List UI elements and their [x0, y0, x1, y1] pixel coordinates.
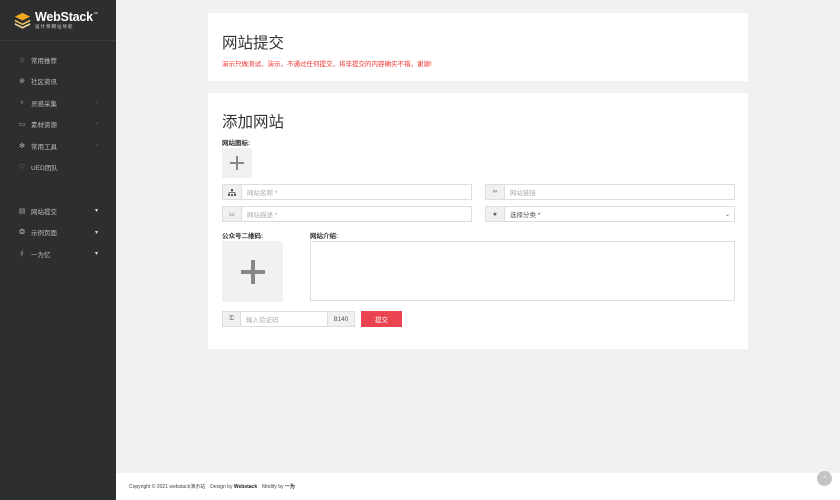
link-icon: ∞: [486, 185, 505, 199]
sidebar-item-label: 灵感采集: [31, 100, 57, 108]
submit-button[interactable]: 提交: [361, 311, 402, 327]
back-to-top-button[interactable]: ⌃: [817, 471, 832, 486]
sidebar-item-label: UED团队: [31, 165, 58, 173]
plus-icon: [230, 156, 244, 170]
qr-upload[interactable]: [222, 241, 283, 302]
logo-title: WebStackcc: [35, 10, 98, 24]
sidebar-item-submit[interactable]: ▤ 网站提交 ▾: [0, 200, 116, 222]
site-desc-input[interactable]: 网站描述 *: [242, 207, 471, 221]
sidebar-item-yiwei[interactable]: ﾁ 一为忆 ▾: [0, 243, 116, 265]
submit-form-card: 添加网站 网站图标: 网站名称 * ∞ 网站链接 ▭ 网站描述 * ★ 选择分类…: [208, 93, 748, 349]
folder-icon: ▭: [18, 121, 26, 129]
site-link-group: ∞ 网站链接: [485, 184, 735, 200]
copyright-text: Copyright © 2021 webstack演示站: [129, 484, 206, 490]
footer: Copyright © 2021 webstack演示站 Design by W…: [116, 473, 840, 500]
design-by-link[interactable]: Webstack: [234, 484, 257, 490]
sitemap-icon: [223, 185, 242, 199]
sidebar-item-label: 社区资讯: [31, 79, 57, 87]
header-card: 网站提交 演示只做测试、演示，不通过任何提交，将非提交的内容确实不错，谢谢!: [208, 13, 748, 81]
sidebar-item-label: 常用工具: [31, 143, 57, 151]
sidebar-divider: [0, 40, 116, 41]
nav-menu: ☆ 常用推荐 ⊕ 社区资讯 ♁ 灵感采集 › ▭ 素材资源 › ✻ 常用工具 ›…: [0, 49, 116, 265]
logo-subtitle: 设计师网址导航: [35, 23, 74, 29]
sidebar-item-community[interactable]: ⊕ 社区资讯: [0, 71, 116, 93]
chevron-right-icon: ›: [96, 142, 98, 149]
bulb-icon: ♁: [19, 99, 25, 107]
star-icon: ★: [486, 207, 505, 221]
user-icon: ﾁ: [20, 250, 24, 258]
plus-icon: [240, 259, 265, 284]
design-by-text: Design by: [210, 483, 233, 490]
category-select-value: 选择分类 *: [510, 212, 541, 219]
heart-icon: ♡: [18, 164, 26, 172]
sidebar: WebStackcc 设计师网址导航 ☆ 常用推荐 ⊕ 社区资讯 ♁ 灵感采集 …: [0, 0, 116, 500]
sidebar-item-label: 示例页面: [31, 230, 57, 238]
sidebar-item-ued[interactable]: ♡ UED团队: [0, 157, 116, 179]
sidebar-item-label: 一为忆: [31, 251, 51, 259]
caret-down-icon: ▾: [94, 251, 98, 258]
page-title: 网站提交: [222, 35, 285, 52]
icon-label: 网站图标:: [222, 140, 251, 147]
sidebar-item-recommend[interactable]: ☆ 常用推荐: [0, 49, 116, 71]
caret-down-icon: ▾: [94, 229, 98, 236]
globe-icon: ⊕: [19, 78, 25, 86]
key-icon: ⚿: [223, 312, 241, 326]
sidebar-item-examples[interactable]: ❂ 示例页面 ▾: [0, 222, 116, 244]
caret-down-icon: ▾: [94, 208, 98, 215]
chevron-right-icon: ›: [96, 121, 98, 128]
form-title: 添加网站: [222, 114, 285, 131]
gear-icon: ✻: [19, 142, 25, 150]
sidebar-item-label: 常用推荐: [31, 57, 57, 65]
chevron-up-icon: ⌃: [821, 475, 828, 483]
category-group: ★ 选择分类 * ⌄: [485, 206, 735, 222]
sidebar-item-label: 网站提交: [31, 208, 57, 216]
site-intro-textarea[interactable]: [310, 241, 735, 301]
sidebar-item-inspiration[interactable]: ♁ 灵感采集 ›: [0, 92, 116, 114]
sidebar-item-tools[interactable]: ✻ 常用工具 ›: [0, 135, 116, 157]
star-icon: ☆: [18, 56, 26, 64]
grid-icon: ▤: [18, 207, 26, 215]
logo-stack-icon: [14, 12, 31, 29]
chevron-down-icon: ⌄: [724, 211, 730, 218]
notice-text: 演示只做测试、演示，不通过任何提交，将非提交的内容确实不错，谢谢!: [222, 61, 432, 68]
sidebar-item-label: 素材资源: [31, 122, 57, 130]
description-icon: ▭: [223, 207, 242, 221]
site-desc-group: ▭ 网站描述 *: [222, 206, 472, 222]
captcha-code[interactable]: 8140: [327, 312, 354, 326]
chevron-right-icon: ›: [96, 99, 98, 106]
modify-by-text: Modify by: [262, 483, 284, 490]
category-select[interactable]: 选择分类 * ⌄: [505, 207, 734, 221]
icon-upload[interactable]: [222, 148, 252, 178]
qr-label: 公众号二维码:: [222, 233, 264, 240]
logo[interactable]: WebStackcc 设计师网址导航: [0, 0, 116, 34]
captcha-group: ⚿ 输入验证码 8140: [222, 311, 355, 327]
modify-by-link[interactable]: 一为: [285, 483, 295, 490]
sidebar-item-resources[interactable]: ▭ 素材资源 ›: [0, 114, 116, 136]
captcha-input[interactable]: 输入验证码: [241, 312, 327, 326]
site-name-group: 网站名称 *: [222, 184, 472, 200]
site-link-input[interactable]: 网站链接: [505, 185, 734, 199]
intro-label: 网站介绍:: [310, 233, 339, 240]
layers-icon: ❂: [19, 229, 25, 237]
site-name-input[interactable]: 网站名称 *: [242, 185, 471, 199]
